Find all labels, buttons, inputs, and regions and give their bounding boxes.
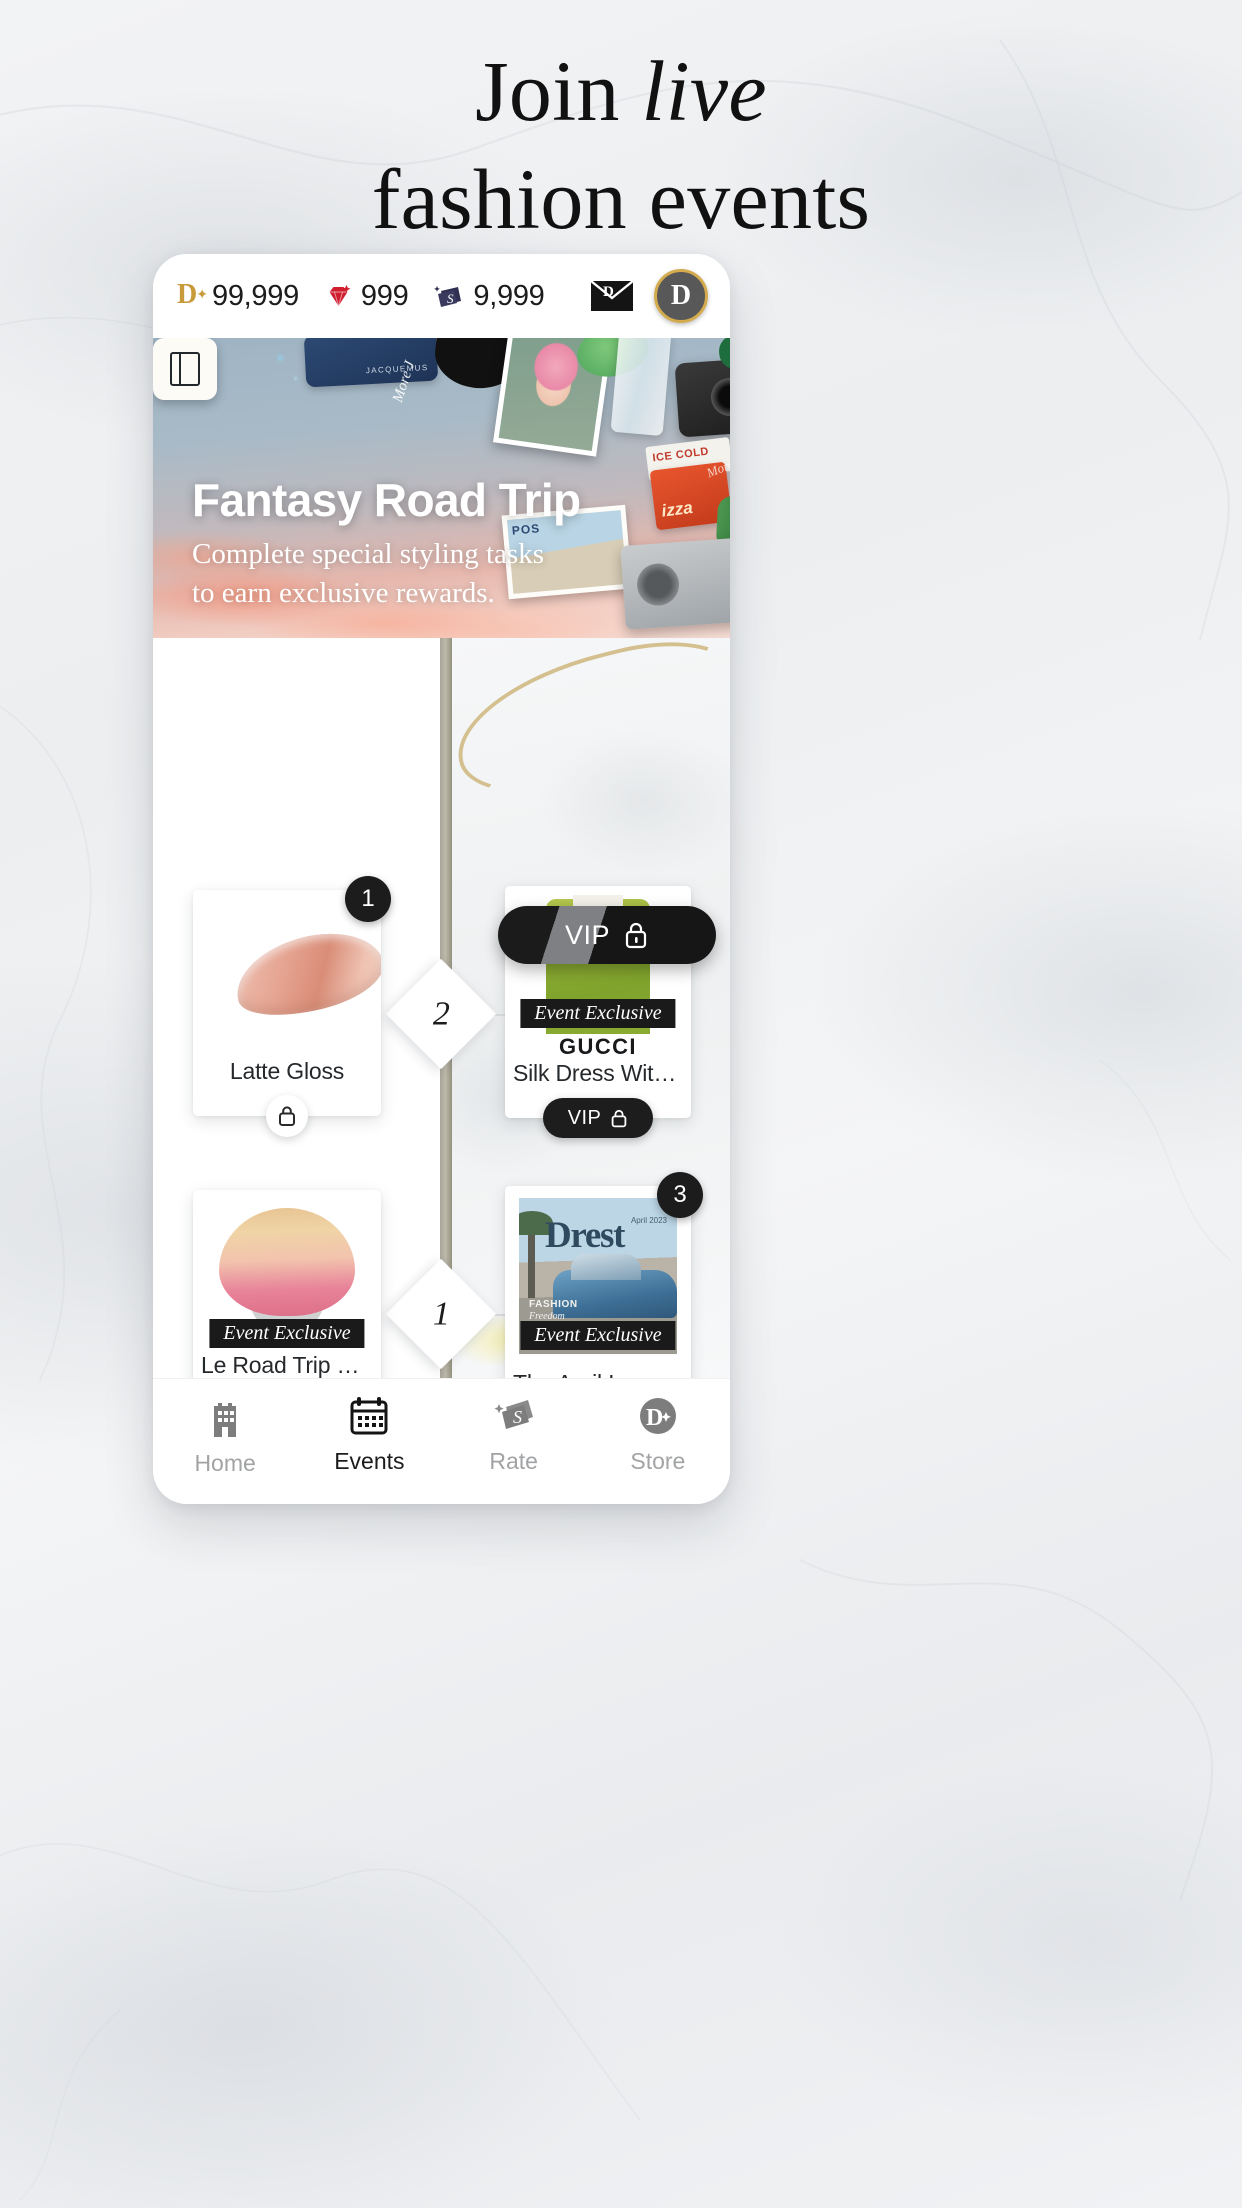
perfume-bottle-graphic xyxy=(610,338,672,437)
april-issue-step-number: 3 xyxy=(673,1181,687,1208)
cash-stack-icon: S xyxy=(494,1400,533,1429)
lock-icon xyxy=(611,1109,627,1127)
task-card-latte-gloss[interactable]: Latte Gloss 1 xyxy=(193,876,391,1137)
headline-line1-prefix: Join xyxy=(475,43,642,139)
lock-icon xyxy=(279,1106,295,1126)
currency-topbar: D ✦ 99,999 999 S 9,999 D D xyxy=(153,254,730,338)
pastel-bob-thumbnail: Event Exclusive xyxy=(193,1190,381,1352)
hero-subtitle-line2: to earn exclusive rewards. xyxy=(192,576,495,609)
headline-line2: fashion events xyxy=(371,151,871,247)
april-issue-thumbnail: Drest April 2023 FASHION Freedom Event E… xyxy=(505,1186,691,1358)
hero-vip-label: VIP xyxy=(564,919,611,950)
boombox-graphic xyxy=(620,534,730,630)
hero-title: Fantasy Road Trip xyxy=(192,473,581,526)
magazine-tagline-1: FASHION xyxy=(529,1299,578,1311)
nav-label-store: Store xyxy=(630,1448,686,1474)
gucci-item-name: Silk Dress With Crys.. xyxy=(513,1060,691,1086)
svg-text:D: D xyxy=(646,1405,663,1431)
hero-subtitle: Complete special styling tasks to earn e… xyxy=(192,535,581,612)
connector-node-2-number: 2 xyxy=(432,995,450,1032)
nav-item-store[interactable]: D Store xyxy=(599,1395,717,1475)
latte-gloss-step-badge: 1 xyxy=(345,876,391,922)
bottom-navigation: Home Events S Rate D Store xyxy=(153,1378,730,1504)
promo-headline: Join live fashion events xyxy=(0,48,1242,242)
camera-graphic xyxy=(674,356,730,438)
nav-label-rate: Rate xyxy=(489,1448,538,1474)
svg-text:S: S xyxy=(513,1407,522,1427)
hero-vip-button[interactable]: VIP xyxy=(498,906,716,964)
envelope-icon[interactable]: D xyxy=(590,279,634,313)
magazine-issue-date: April 2023 xyxy=(630,1216,667,1226)
hero-subtitle-line1: Complete special styling tasks xyxy=(192,538,544,571)
building-icon xyxy=(214,1403,237,1437)
envelope-monogram: D xyxy=(603,284,614,300)
april-issue-step-badge: 3 xyxy=(657,1172,703,1218)
gucci-brand-label: GUCCI xyxy=(559,1034,637,1059)
april-issue-event-exclusive-badge: Event Exclusive xyxy=(520,1321,676,1350)
april-issue-name: The April Issue 2023 xyxy=(505,1370,691,1378)
palm-tree-graphic xyxy=(519,1211,553,1299)
diamond-gem-icon xyxy=(329,285,351,308)
latte-gloss-step-number: 1 xyxy=(361,885,375,912)
lock-icon xyxy=(625,922,647,949)
currency-cash[interactable]: S 9,999 xyxy=(434,279,545,313)
event-board: VIP 2 1 Latte Gloss 1 Event Exclusive GU… xyxy=(153,638,730,1378)
connector-node-1-number: 1 xyxy=(432,1295,450,1332)
latte-gloss-name: Latte Gloss xyxy=(229,1058,345,1084)
nav-label-home: Home xyxy=(194,1450,256,1476)
headline-line1-emphasis: live xyxy=(641,43,767,139)
vintage-car-graphic xyxy=(553,1254,677,1319)
magazine-masthead: Drest xyxy=(545,1215,625,1257)
gucci-vip-button[interactable]: VIP xyxy=(543,1098,653,1138)
cash-value: 9,999 xyxy=(473,279,545,312)
gucci-vip-label: VIP xyxy=(567,1106,602,1129)
currency-drest-coins[interactable]: D ✦ 99,999 xyxy=(177,280,299,313)
svg-text:S: S xyxy=(447,291,454,306)
task-card-april-issue[interactable]: Drest April 2023 FASHION Freedom Event E… xyxy=(505,1172,703,1378)
currency-gems[interactable]: 999 xyxy=(325,280,409,313)
pastel-bob-event-exclusive-badge: Event Exclusive xyxy=(209,1319,365,1348)
pastel-bob-name: Le Road Trip Pastel Bob xyxy=(201,1352,381,1378)
pastel-bob-wig-graphic xyxy=(219,1207,355,1316)
drest-coin-value: 99,999 xyxy=(212,279,299,312)
hero-banner[interactable]: More J ZO More J Fantasy Road Trip Compl… xyxy=(153,338,730,638)
cash-bills-icon: S xyxy=(434,286,462,307)
avatar[interactable]: D xyxy=(654,269,708,323)
calendar-icon xyxy=(350,1397,388,1435)
nav-label-events: Events xyxy=(334,1448,405,1474)
phone-mockup: D ✦ 99,999 999 S 9,999 D D JACQUEMUS Mor… xyxy=(153,254,730,1504)
gem-value: 999 xyxy=(360,279,409,312)
nav-item-events[interactable]: Events xyxy=(310,1395,428,1475)
task-card-pastel-bob[interactable]: Event Exclusive Le Road Trip Pastel Bob xyxy=(193,1190,381,1378)
drest-store-icon: D xyxy=(639,1398,676,1434)
avatar-initial: D xyxy=(670,280,692,311)
drest-coin-icon: D ✦ xyxy=(177,279,208,310)
nav-item-home[interactable]: Home xyxy=(166,1395,284,1477)
hero-copy: Fantasy Road Trip Complete special styli… xyxy=(192,473,581,612)
nav-item-rate[interactable]: S Rate xyxy=(455,1395,573,1475)
gucci-event-exclusive-badge: Event Exclusive xyxy=(520,999,676,1028)
latte-gloss-lock-chip[interactable] xyxy=(266,1095,308,1137)
lip-gloss-swatch-graphic xyxy=(227,919,381,1029)
